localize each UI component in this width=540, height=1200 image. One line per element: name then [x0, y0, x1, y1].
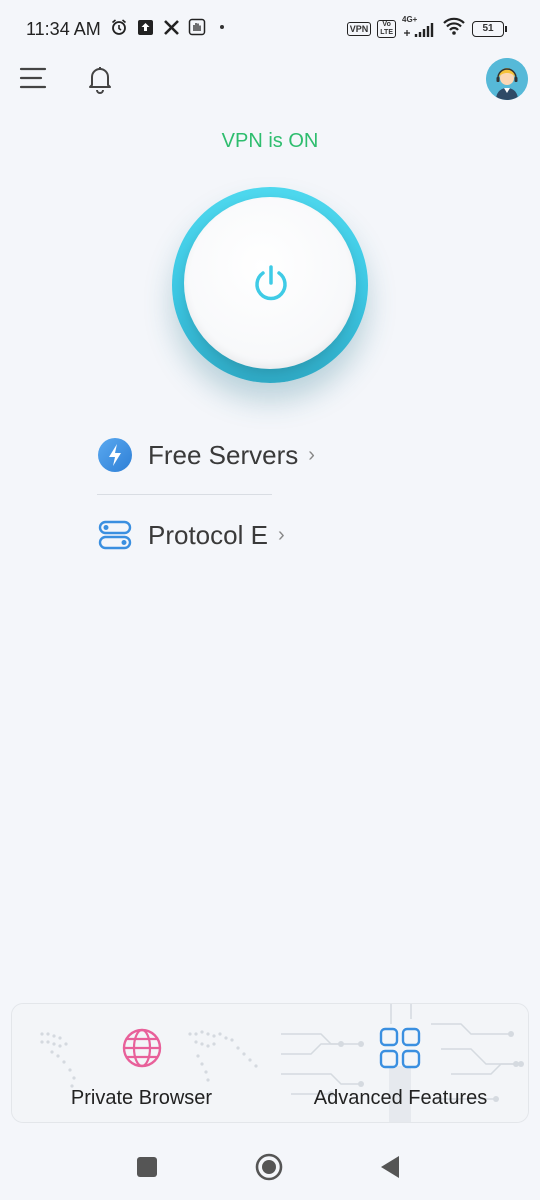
signal-icon: 4G+	[402, 15, 436, 38]
vpn-badge: VPN	[346, 21, 372, 36]
private-browser-card[interactable]: Private Browser	[12, 1004, 271, 1122]
feature-cards: Private Browser Advanced Features	[11, 1003, 529, 1123]
toggle-icon	[98, 520, 132, 550]
status-time: 11:34 AM	[26, 19, 101, 39]
alarm-icon	[110, 18, 128, 36]
chevron-right-icon: ›	[308, 443, 315, 466]
status-left-icons	[110, 18, 224, 36]
back-button[interactable]	[379, 1154, 401, 1180]
menu-button[interactable]	[18, 62, 50, 94]
notification-dot	[220, 25, 224, 29]
volte-badge: Vo LTE	[377, 19, 396, 38]
hand-icon	[188, 18, 206, 36]
protocol-label: Protocol E	[148, 519, 268, 550]
status-bar: 11:34 AM VPN Vo LTE 4G+ 51	[0, 0, 540, 58]
x-icon	[162, 18, 180, 36]
notifications-button[interactable]	[84, 62, 116, 96]
support-agent-avatar-icon	[486, 58, 528, 100]
menu-icon	[19, 67, 47, 89]
support-avatar-button[interactable]	[486, 58, 528, 100]
grid-icon	[379, 1027, 421, 1069]
power-icon	[255, 265, 287, 301]
advanced-features-card[interactable]: Advanced Features	[271, 1004, 528, 1122]
home-button[interactable]	[255, 1153, 283, 1181]
network-type: 4G+	[402, 14, 418, 24]
globe-icon	[122, 1028, 162, 1068]
vpn-status-text: VPN is ON	[221, 130, 319, 152]
private-browser-label: Private Browser	[70, 1087, 213, 1109]
battery-icon: 51	[472, 20, 507, 37]
wifi-icon	[442, 17, 466, 40]
power-button-face	[184, 197, 356, 369]
power-button[interactable]	[172, 187, 368, 383]
advanced-features-label: Advanced Features	[313, 1087, 488, 1109]
free-servers-row[interactable]: Free Servers ›	[97, 437, 315, 473]
upload-icon	[136, 18, 154, 36]
status-right-icons: VPN Vo LTE 4G+ 51	[346, 15, 507, 40]
bell-icon	[89, 67, 111, 94]
protocol-row[interactable]: Protocol E ›	[97, 517, 285, 553]
free-servers-label: Free Servers	[148, 439, 299, 470]
recents-button[interactable]	[137, 1157, 157, 1177]
system-nav-bar	[0, 1130, 540, 1200]
lightning-icon	[98, 438, 132, 472]
chevron-right-icon: ›	[277, 523, 285, 546]
divider	[97, 494, 272, 495]
